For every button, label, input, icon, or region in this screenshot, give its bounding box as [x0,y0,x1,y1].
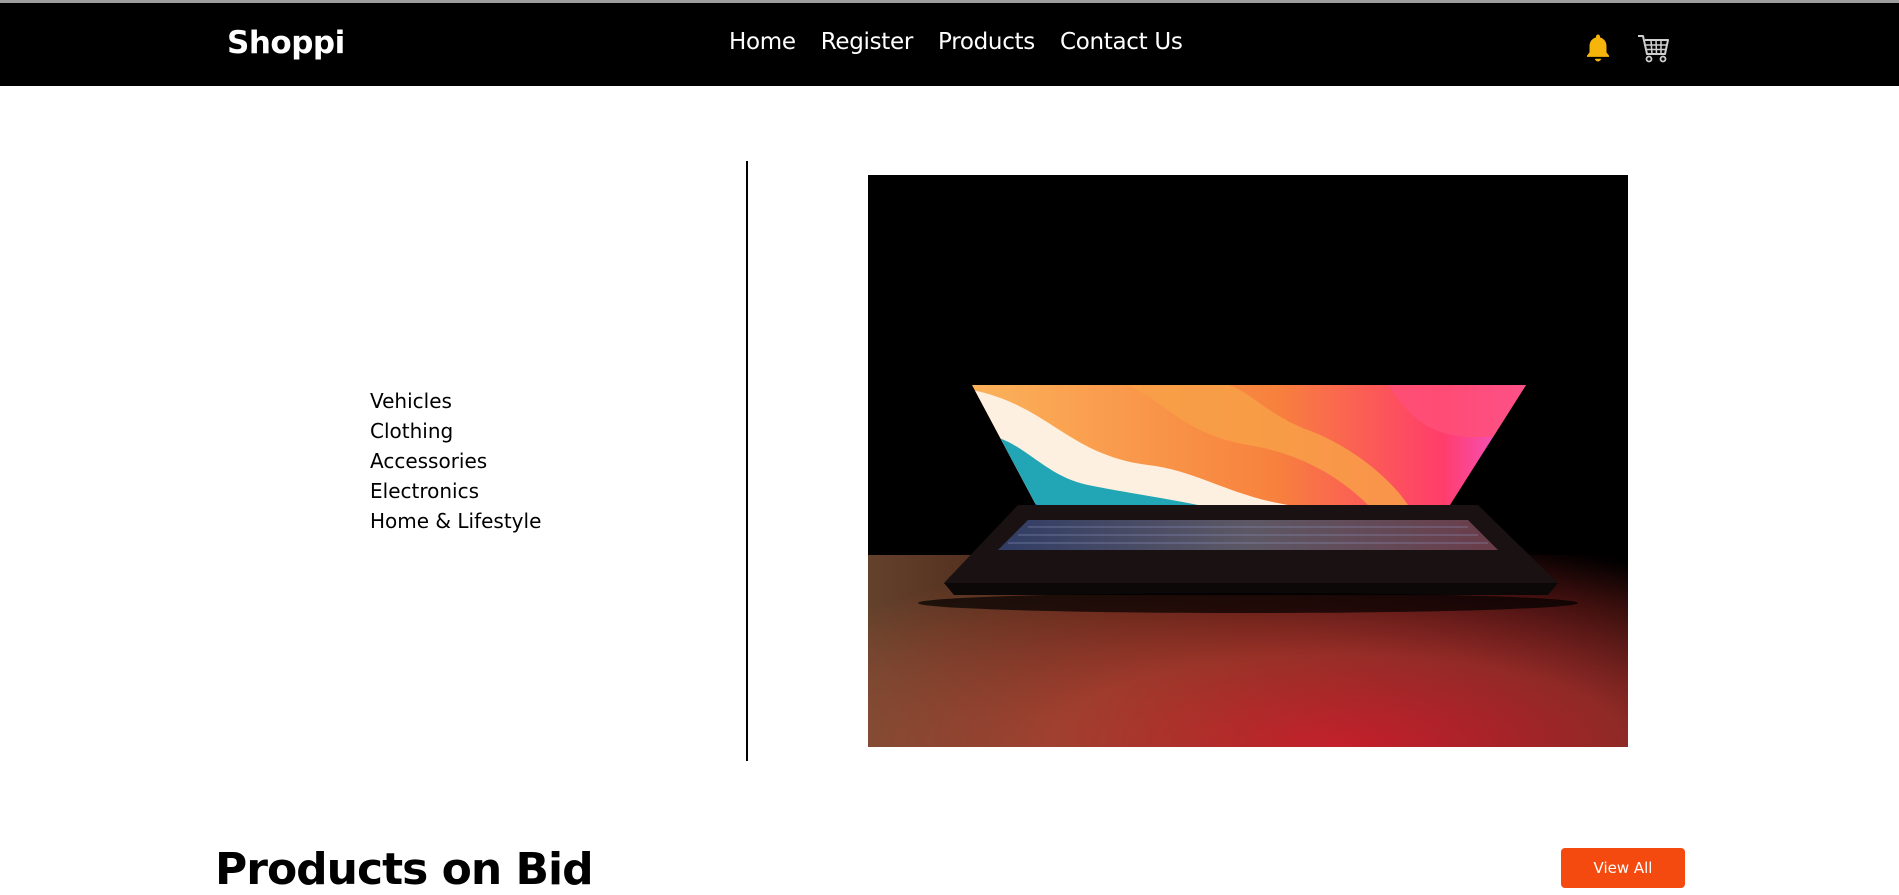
hero-laptop-image [868,175,1628,747]
category-electronics[interactable]: Electronics [370,476,541,506]
category-list: Vehicles Clothing Accessories Electronic… [370,386,541,536]
view-all-button[interactable]: View All [1561,848,1685,888]
bell-icon[interactable] [1581,31,1615,65]
nav-home-link[interactable]: Home [729,29,796,55]
category-home-lifestyle[interactable]: Home & Lifestyle [370,506,541,536]
section-title: Products on Bid [215,844,594,895]
cart-icon[interactable] [1636,31,1672,65]
main-nav: Home Register Products Contact Us [729,29,1183,55]
category-accessories[interactable]: Accessories [370,446,541,476]
nav-contact-link[interactable]: Contact Us [1060,29,1183,55]
vertical-divider [746,161,748,761]
nav-products-link[interactable]: Products [938,29,1035,55]
navbar: Shoppi Home Register Products Contact Us [0,3,1899,86]
category-clothing[interactable]: Clothing [370,416,541,446]
brand-logo[interactable]: Shoppi [227,25,345,61]
nav-register-link[interactable]: Register [821,29,914,55]
category-vehicles[interactable]: Vehicles [370,386,541,416]
